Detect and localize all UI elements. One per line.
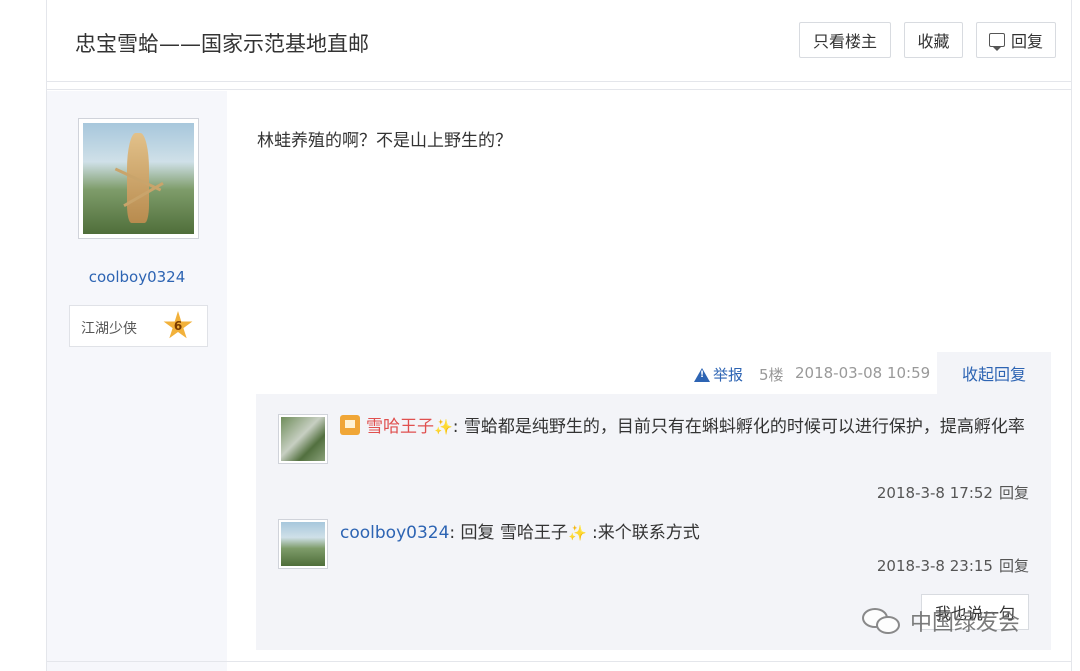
- author-avatar[interactable]: [78, 118, 199, 239]
- thread-title: 忠宝雪蛤——国家示范基地直邮: [75, 32, 369, 56]
- ginseng-avatar-image: [83, 123, 194, 234]
- wechat-logo-icon: [862, 606, 902, 636]
- reply-text: coolboy0324: 回复 雪哈王子✨ :来个联系方式: [340, 518, 1030, 548]
- reply-footer: 2018-3-8 23:15 回复: [871, 555, 1029, 576]
- report-label: 举报: [713, 366, 744, 384]
- watermark: 中国绿发会: [862, 605, 1020, 637]
- post-content: 林蛙养殖的啊？不是山上野生的？: [257, 131, 512, 151]
- sparkle-icon: ✨: [434, 418, 453, 436]
- only-op-button[interactable]: 只看楼主: [799, 22, 891, 58]
- page-edge: [1071, 0, 1080, 671]
- author-rank: 江湖少侠 6: [69, 305, 208, 347]
- reply-footer: 2018-3-8 17:52 回复: [871, 482, 1029, 503]
- collapse-replies-tab[interactable]: 收起回复: [937, 352, 1051, 394]
- vip-badge-icon: [340, 415, 360, 435]
- reply-to-username[interactable]: 雪哈王子: [500, 523, 568, 543]
- divider: [47, 661, 1080, 662]
- reply-avatar[interactable]: [278, 414, 328, 464]
- reply-text: 雪哈王子✨: 雪蛤都是纯野生的，目前只有在蝌蚪孵化的时候可以进行保护，提高孵化率: [340, 412, 1030, 442]
- favorite-button[interactable]: 收藏: [904, 22, 963, 58]
- reply-datetime: 2018-3-8 23:15: [876, 557, 993, 575]
- post-datetime: 2018-03-08 10:59: [795, 364, 931, 382]
- reply-prefix: 回复: [460, 523, 500, 543]
- warning-triangle-icon: [694, 367, 710, 382]
- author-sidebar: coolboy0324 江湖少侠 6: [47, 91, 227, 671]
- reply-button[interactable]: 回复: [976, 22, 1056, 58]
- floor-number: 5楼: [759, 366, 784, 384]
- reply-avatar[interactable]: [278, 519, 328, 569]
- reply-button-label: 回复: [1010, 32, 1043, 51]
- post-page: 忠宝雪蛤——国家示范基地直邮 只看楼主 收藏 回复 coolboy0324 江湖…: [46, 0, 1080, 671]
- star-badge-icon: 6: [163, 311, 193, 339]
- reply-link[interactable]: 回复: [999, 484, 1029, 502]
- report-link[interactable]: 举报: [694, 364, 743, 385]
- watermark-text: 中国绿发会: [910, 611, 1021, 636]
- reply-body: 雪蛤都是纯野生的，目前只有在蝌蚪孵化的时候可以进行保护，提高孵化率: [463, 417, 1025, 437]
- reply-username[interactable]: 雪哈王子: [366, 417, 434, 437]
- thread-header: 忠宝雪蛤——国家示范基地直邮 只看楼主 收藏 回复: [47, 0, 1080, 82]
- reply-body: :来个联系方式: [586, 523, 700, 543]
- reply-link[interactable]: 回复: [999, 557, 1029, 575]
- rank-title: 江湖少侠: [81, 321, 137, 337]
- rank-level: 6: [173, 319, 183, 333]
- divider: [47, 89, 1080, 90]
- sparkle-icon: ✨: [567, 524, 587, 542]
- reply-separator: :: [452, 417, 464, 437]
- reply-datetime: 2018-3-8 17:52: [876, 484, 993, 502]
- author-username[interactable]: coolboy0324: [47, 268, 227, 286]
- reply-username[interactable]: coolboy0324: [340, 523, 449, 543]
- reply-separator: :: [449, 523, 461, 543]
- speech-bubble-icon: [988, 33, 1005, 51]
